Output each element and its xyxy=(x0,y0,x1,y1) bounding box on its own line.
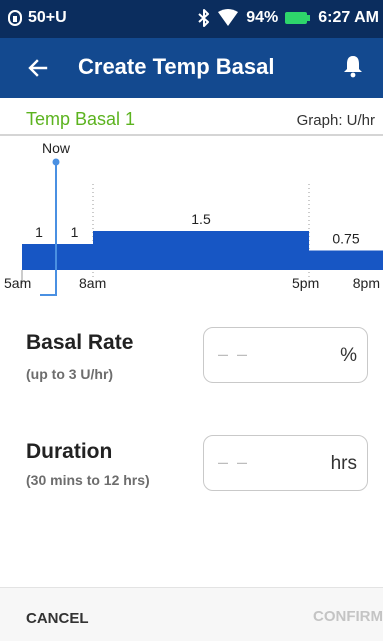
wifi-icon xyxy=(217,9,239,27)
rate-label-0: 1 xyxy=(35,224,43,240)
notifications-button[interactable] xyxy=(343,54,369,82)
tick-label-3: 8pm xyxy=(353,275,380,291)
action-footer: CANCEL CONFIRM xyxy=(0,588,383,641)
basal-rate-unit: % xyxy=(340,345,357,366)
basal-rate-placeholder: – – xyxy=(218,344,250,364)
duration-hint: (30 mins to 12 hrs) xyxy=(26,472,150,488)
carrier-label: 50+U xyxy=(28,9,67,26)
rate-bar-3 xyxy=(309,250,383,270)
bluetooth-icon xyxy=(198,9,210,27)
status-bar-left: 50+U xyxy=(8,9,67,27)
battery-icon xyxy=(285,11,311,25)
basal-rate-label: Basal Rate xyxy=(26,331,134,354)
back-button[interactable] xyxy=(26,56,52,82)
tick-label-1: 8am xyxy=(79,275,106,291)
status-bar-right: 94% 6:27 AM xyxy=(198,9,379,27)
duration-input[interactable]: – – hrs xyxy=(203,435,368,491)
basal-graph: 1 1 1.5 0.75 5am 8am 5pm 8pm Now xyxy=(4,140,383,296)
rate-label-2: 1.5 xyxy=(191,211,211,227)
temp-basal-name: Temp Basal 1 xyxy=(26,109,136,129)
tick-label-0: 5am xyxy=(4,275,31,291)
rate-bar-0 xyxy=(22,244,56,270)
duration-label: Duration xyxy=(26,440,113,463)
basal-rate-input[interactable]: – – % xyxy=(203,327,368,383)
status-bar: 50+U 94% 6:27 AM xyxy=(0,0,383,38)
rate-label-1: 1 xyxy=(71,224,79,240)
duration-unit: hrs xyxy=(330,453,357,474)
now-marker: Now xyxy=(40,140,71,296)
rate-bar-2 xyxy=(93,231,309,270)
basal-rate-hint: (up to 3 U/hr) xyxy=(26,366,114,382)
bell-icon xyxy=(343,54,369,78)
app-bar: Create Temp Basal xyxy=(0,38,383,98)
cancel-button[interactable]: CANCEL xyxy=(26,610,89,627)
duration-placeholder: – – xyxy=(218,452,250,472)
now-dot xyxy=(52,158,60,166)
rate-bar-1 xyxy=(56,244,93,270)
graph-unit-label: Graph: U/hr xyxy=(296,112,375,129)
rate-label-3: 0.75 xyxy=(332,231,359,247)
clock: 6:27 AM xyxy=(318,9,379,26)
back-arrow-icon xyxy=(26,56,52,80)
tick-label-2: 5pm xyxy=(292,275,319,291)
battery-percent: 94% xyxy=(246,9,279,26)
page-title: Create Temp Basal xyxy=(78,54,275,79)
confirm-button[interactable]: CONFIRM xyxy=(313,608,383,625)
sim-lock-icon xyxy=(8,10,22,26)
now-label: Now xyxy=(42,140,71,156)
